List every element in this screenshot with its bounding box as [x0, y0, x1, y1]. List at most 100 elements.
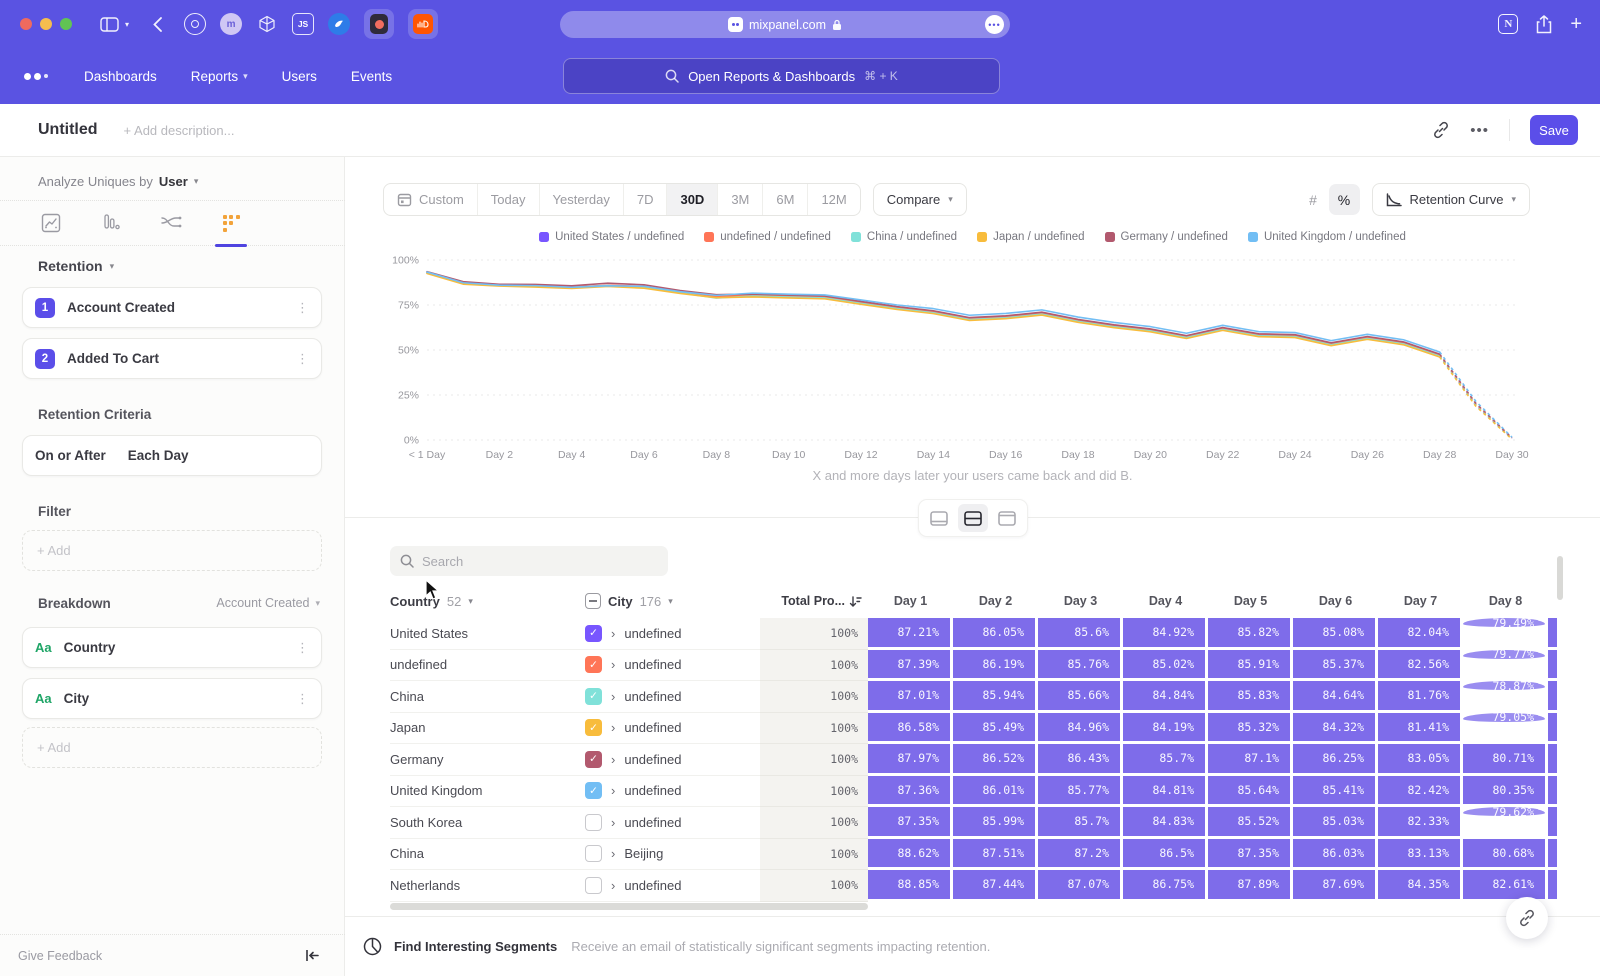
series-checkbox-unchecked[interactable] [585, 845, 602, 862]
retention-value-cell[interactable]: 85.08% [1293, 618, 1378, 650]
retention-value-cell[interactable]: 87.97% [868, 744, 953, 776]
country-cell[interactable]: undefined [390, 650, 585, 682]
retention-value-cell[interactable]: 82.33% [1378, 807, 1463, 839]
series-checkbox-checked[interactable]: ✓ [585, 751, 602, 768]
retention-value-cell[interactable]: 82.61% [1463, 870, 1548, 902]
series-checkbox-unchecked[interactable] [585, 814, 602, 831]
retention-value-cell[interactable]: 84.84% [1123, 681, 1208, 713]
number-format-button[interactable]: # [1298, 184, 1329, 215]
retention-value-cell[interactable]: 82.56% [1378, 650, 1463, 682]
retention-value-cell[interactable]: 85.52% [1208, 807, 1293, 839]
retention-value-cell[interactable]: 84.81% [1123, 776, 1208, 808]
column-header-day-8[interactable]: Day 8 [1463, 594, 1548, 608]
country-cell[interactable]: Netherlands [390, 870, 585, 902]
share-link-floating-button[interactable] [1506, 897, 1548, 939]
extension-target-icon[interactable] [184, 13, 206, 35]
retention-value-cell[interactable]: 85.49% [953, 713, 1038, 745]
global-search[interactable]: Open Reports & Dashboards ⌘ + K [563, 58, 1000, 94]
retention-line-chart[interactable]: 0%25%50%75%100%< 1 DayDay 2Day 4Day 6Day… [385, 252, 1555, 464]
collapse-sidebar-icon[interactable] [305, 949, 319, 962]
retention-value-cell[interactable]: 79.49% [1463, 618, 1548, 630]
city-cell[interactable]: ✓›undefined [585, 776, 760, 808]
retention-value-cell[interactable]: 85.6% [1038, 618, 1123, 650]
vertical-scrollbar[interactable] [1557, 556, 1563, 600]
tab-funnels[interactable] [98, 206, 124, 240]
expand-row-icon[interactable]: › [611, 878, 615, 893]
retention-value-cell[interactable]: 87.01% [868, 681, 953, 713]
select-all-checkbox[interactable] [585, 593, 601, 609]
retention-value-cell[interactable]: 85.64% [1208, 776, 1293, 808]
chart-type-selector[interactable]: Retention Curve▾ [1372, 183, 1530, 216]
range-6m[interactable]: 6M [763, 184, 808, 215]
retention-value-cell[interactable]: 87.2% [1038, 839, 1123, 871]
copy-link-icon[interactable] [1432, 121, 1450, 139]
retention-value-cell[interactable]: 84.32% [1293, 713, 1378, 745]
retention-value-cell[interactable]: 79.62% [1463, 807, 1548, 819]
retention-value-cell[interactable]: 82.04% [1378, 618, 1463, 650]
tab-insights[interactable] [38, 206, 64, 240]
retention-value-cell[interactable]: 88.85% [868, 870, 953, 902]
analyze-uniques-value[interactable]: User [159, 174, 188, 189]
retention-value-cell[interactable]: 85.03% [1293, 807, 1378, 839]
maximize-window-button[interactable] [60, 18, 72, 30]
series-checkbox-checked[interactable]: ✓ [585, 625, 602, 642]
series-checkbox-unchecked[interactable] [585, 877, 602, 894]
retention-value-cell[interactable]: 86.58% [868, 713, 953, 745]
column-header-day-5[interactable]: Day 5 [1208, 594, 1293, 608]
range-3m[interactable]: 3M [718, 184, 763, 215]
extension-logseq-icon[interactable] [364, 9, 394, 39]
percent-format-button[interactable]: % [1329, 184, 1360, 215]
extension-cube-icon[interactable] [256, 13, 278, 35]
series-checkbox-checked[interactable]: ✓ [585, 688, 602, 705]
add-filter-button[interactable]: + Add [22, 530, 322, 571]
retention-value-cell[interactable]: 85.7% [1038, 807, 1123, 839]
retention-value-cell[interactable]: 85.41% [1293, 776, 1378, 808]
expand-row-icon[interactable]: › [611, 815, 615, 830]
range-today[interactable]: Today [478, 184, 540, 215]
more-actions-icon[interactable]: ••• [1470, 122, 1489, 139]
retention-value-cell[interactable]: 87.51% [953, 839, 1038, 871]
nav-item-dashboards[interactable]: Dashboards [84, 69, 157, 84]
retention-value-cell[interactable]: 85.7% [1123, 744, 1208, 776]
extension-bird-icon[interactable] [328, 13, 350, 35]
mixpanel-logo[interactable] [24, 73, 48, 80]
nav-item-events[interactable]: Events [351, 69, 392, 84]
retention-value-cell[interactable]: 85.66% [1038, 681, 1123, 713]
retention-value-cell[interactable]: 86.5% [1123, 839, 1208, 871]
country-cell[interactable]: Japan [390, 713, 585, 745]
series-checkbox-checked[interactable]: ✓ [585, 719, 602, 736]
legend-item[interactable]: undefined / undefined [704, 231, 831, 243]
table-search[interactable] [390, 546, 668, 576]
retention-value-cell[interactable]: 85.02% [1123, 650, 1208, 682]
new-tab-icon[interactable]: + [1570, 13, 1582, 36]
column-header-day-1[interactable]: Day 1 [868, 594, 953, 608]
retention-value-cell[interactable]: 86.03% [1293, 839, 1378, 871]
layout-table-focus-button[interactable] [992, 504, 1022, 532]
retention-value-cell[interactable]: 87.35% [868, 807, 953, 839]
city-cell[interactable]: ›undefined [585, 870, 760, 902]
layout-chart-focus-button[interactable] [924, 504, 954, 532]
city-cell[interactable]: ✓›undefined [585, 681, 760, 713]
kebab-menu-icon[interactable]: ⋮ [296, 300, 309, 316]
address-more-icon[interactable]: ••• [985, 15, 1004, 34]
layout-split-button[interactable] [958, 504, 988, 532]
retention-value-cell[interactable]: 82.42% [1378, 776, 1463, 808]
column-header-day-6[interactable]: Day 6 [1293, 594, 1378, 608]
expand-row-icon[interactable]: › [611, 626, 615, 641]
retention-value-cell[interactable]: 84.64% [1293, 681, 1378, 713]
retention-value-cell[interactable]: 86.25% [1293, 744, 1378, 776]
retention-value-cell[interactable]: 84.83% [1123, 807, 1208, 839]
retention-value-cell[interactable]: 85.94% [953, 681, 1038, 713]
expand-row-icon[interactable]: › [611, 657, 615, 672]
legend-item[interactable]: United Kingdom / undefined [1248, 231, 1406, 243]
city-cell[interactable]: ✓›undefined [585, 650, 760, 682]
expand-row-icon[interactable]: › [611, 689, 615, 704]
legend-item[interactable]: United States / undefined [539, 231, 684, 243]
close-window-button[interactable] [20, 18, 32, 30]
expand-row-icon[interactable]: › [611, 783, 615, 798]
retention-value-cell[interactable]: 87.89% [1208, 870, 1293, 902]
retention-value-cell[interactable]: 80.68% [1463, 839, 1548, 871]
country-cell[interactable]: Germany [390, 744, 585, 776]
country-cell[interactable]: China [390, 681, 585, 713]
range-30d[interactable]: 30D [667, 184, 718, 215]
